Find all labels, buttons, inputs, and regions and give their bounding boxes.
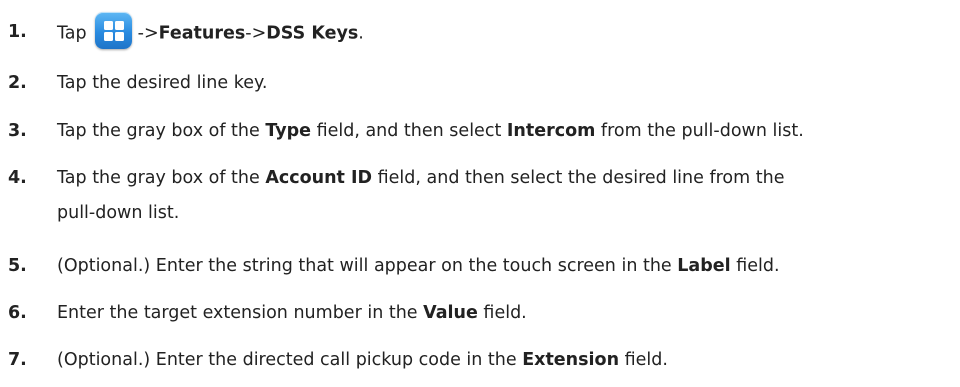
step-number: 6. (8, 303, 27, 323)
option-intercom: Intercom (506, 121, 596, 141)
instruction-steps: 1. Tap ->Features->DSS Keys. 2. Tap the d… (0, 0, 960, 387)
field-type: Type (265, 121, 311, 141)
step-text: Tap the gray box of the Type field, and … (57, 121, 804, 141)
menu-dss-keys: DSS Keys (266, 23, 359, 44)
step-text: Tap the desired line key. (57, 73, 268, 93)
menu-features: Features (158, 23, 246, 44)
step-text: Tap the gray box of the Account ID field… (57, 168, 785, 188)
field-label: Label (677, 256, 731, 276)
step-number: 5. (8, 256, 27, 276)
field-account-id: Account ID (265, 168, 373, 188)
step-number: 7. (8, 350, 27, 370)
step-number: 1. (8, 22, 27, 42)
step-text: (Optional.) Enter the directed call pick… (57, 350, 668, 370)
step-text: Tap ->Features->DSS Keys. (57, 12, 364, 49)
step-text-continued: pull-down list. (57, 203, 180, 223)
step-text: (Optional.) Enter the string that will a… (57, 256, 780, 276)
step-number: 2. (8, 73, 27, 93)
step-number: 3. (8, 121, 27, 141)
step-text: Enter the target extension number in the… (57, 303, 527, 323)
apps-grid-icon (94, 12, 132, 49)
step-number: 4. (8, 168, 27, 188)
field-value: Value (423, 303, 478, 323)
field-extension: Extension (522, 350, 620, 370)
